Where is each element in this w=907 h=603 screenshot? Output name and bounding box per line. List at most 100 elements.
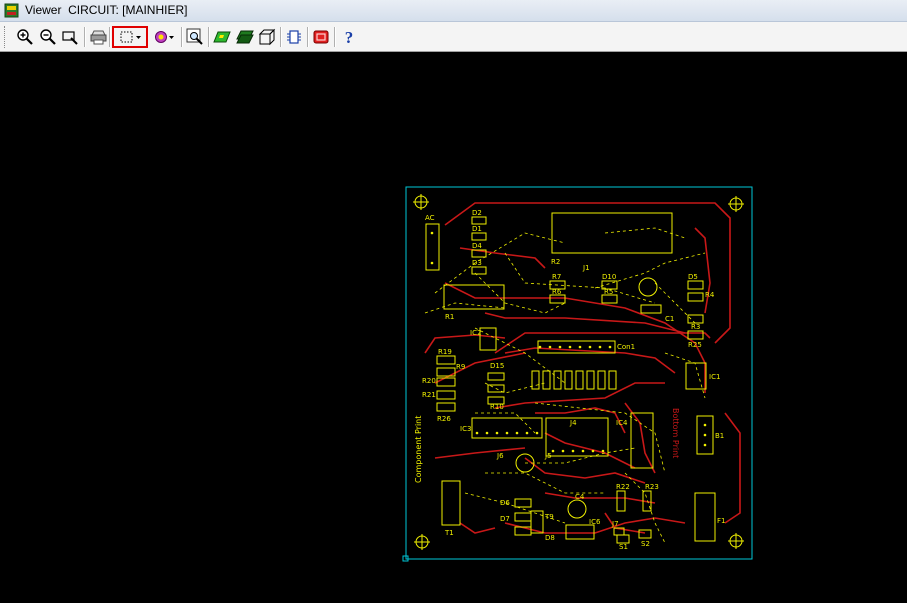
label-d7: D7 bbox=[500, 515, 510, 523]
label-d2: D2 bbox=[472, 209, 482, 217]
label-f1: F1 bbox=[717, 517, 725, 525]
label-j7: J7 bbox=[611, 520, 619, 528]
zoom-fit-button[interactable] bbox=[184, 26, 206, 48]
label-r6: R6 bbox=[552, 288, 562, 296]
label-r5: R5 bbox=[604, 288, 613, 296]
printer-icon bbox=[90, 30, 107, 45]
label-r2-main: R2 bbox=[551, 258, 560, 266]
label-d3: D3 bbox=[472, 259, 482, 267]
component-s2 bbox=[638, 529, 652, 539]
component-ic1 bbox=[685, 362, 707, 390]
component-r19 bbox=[436, 355, 456, 365]
component-f1 bbox=[694, 492, 716, 542]
label-r3: R3 bbox=[691, 323, 700, 331]
label-con1: Con1 bbox=[617, 343, 635, 351]
component-r4 bbox=[687, 292, 704, 302]
label-ac: AC bbox=[425, 214, 435, 222]
layer-green-icon bbox=[213, 31, 231, 43]
board-outline bbox=[405, 186, 753, 560]
label-j5: J5 bbox=[544, 452, 552, 460]
component-r2-main bbox=[551, 212, 673, 254]
selection-rectangle-icon bbox=[120, 31, 132, 43]
toolbar-separator bbox=[109, 27, 111, 47]
component-print-label: Component Print bbox=[414, 416, 423, 483]
label-r7: R7 bbox=[552, 273, 561, 281]
label-d10: D10 bbox=[602, 273, 616, 281]
component-trimmer bbox=[638, 277, 658, 297]
label-d4: D4 bbox=[472, 242, 482, 250]
toolbar: ? bbox=[0, 22, 907, 52]
component-t1 bbox=[441, 480, 461, 526]
label-c4: C4 bbox=[575, 493, 585, 501]
component-d5 bbox=[687, 280, 704, 290]
layer-top-button[interactable] bbox=[211, 26, 233, 48]
label-r23: R23 bbox=[645, 483, 659, 491]
color-layers-button[interactable] bbox=[150, 26, 178, 48]
pcb-board-drawing: AC D2 D1 D4 D3 R2 J1 R7 D10 D5 R4 R6 R5 … bbox=[402, 186, 753, 562]
label-r10: R10 bbox=[490, 403, 504, 411]
label-d15: D15 bbox=[490, 362, 504, 370]
toolbar-separator bbox=[280, 27, 282, 47]
label-r19: R19 bbox=[438, 348, 452, 356]
title-bar: Viewer CIRCUIT: [MAINHIER] bbox=[0, 0, 907, 22]
label-ic1: IC1 bbox=[709, 373, 720, 381]
component-d6 bbox=[514, 498, 532, 508]
label-d8: D8 bbox=[545, 534, 555, 542]
label-j1: J1 bbox=[582, 264, 590, 272]
label-d6: D6 bbox=[500, 499, 510, 507]
3d-box-icon bbox=[258, 28, 276, 46]
zoom-out-icon bbox=[40, 29, 56, 45]
component-view-button[interactable] bbox=[283, 26, 305, 48]
component-r20 bbox=[436, 377, 456, 387]
component-r22 bbox=[616, 490, 626, 512]
help-button[interactable]: ? bbox=[338, 26, 360, 48]
toolbar-separator bbox=[84, 27, 86, 47]
toolbar-separator bbox=[307, 27, 309, 47]
component-c1 bbox=[640, 304, 662, 314]
toolbar-separator bbox=[334, 27, 336, 47]
label-ic4: IC4 bbox=[616, 419, 628, 427]
label-t9: T9 bbox=[544, 513, 554, 521]
component-r21 bbox=[436, 390, 456, 400]
label-b1: B1 bbox=[715, 432, 724, 440]
label-j6: J6 bbox=[496, 452, 504, 460]
component-r5 bbox=[601, 294, 618, 304]
label-d5: D5 bbox=[688, 273, 698, 281]
label-ic2: IC2 bbox=[470, 329, 481, 337]
label-ic3: IC3 bbox=[460, 425, 471, 433]
3d-view-button[interactable] bbox=[256, 26, 278, 48]
select-mode-button[interactable] bbox=[112, 26, 148, 48]
label-c1: C1 bbox=[665, 315, 674, 323]
chevron-down-icon bbox=[168, 36, 174, 39]
component-d1 bbox=[471, 232, 487, 241]
zoom-fit-icon bbox=[186, 28, 203, 45]
label-r1: R1 bbox=[445, 313, 454, 321]
label-r22: R22 bbox=[616, 483, 630, 491]
toolbar-separator bbox=[208, 27, 210, 47]
component-r3 bbox=[687, 314, 704, 324]
bottom-print-label: Bottom Print bbox=[671, 408, 680, 458]
window-title: Viewer CIRCUIT: [MAINHIER] bbox=[25, 3, 188, 17]
label-ic6: IC6 bbox=[589, 518, 601, 526]
label-s2: S2 bbox=[641, 540, 650, 548]
component-ic3 bbox=[471, 417, 543, 439]
toolbar-grip[interactable] bbox=[4, 26, 8, 48]
component-ic6 bbox=[565, 524, 595, 540]
app-icon bbox=[4, 3, 19, 18]
zoom-in-button[interactable] bbox=[14, 26, 36, 48]
pcb-canvas[interactable]: AC D2 D1 D4 D3 R2 J1 R7 D10 D5 R4 R6 R5 … bbox=[5, 53, 907, 603]
print-button[interactable] bbox=[88, 26, 110, 48]
stop-button[interactable] bbox=[310, 26, 332, 48]
layer-bottom-button[interactable] bbox=[234, 26, 256, 48]
component-d3 bbox=[471, 266, 487, 275]
stop-red-icon bbox=[313, 30, 329, 44]
component-labels: AC D2 D1 D4 D3 R2 J1 R7 D10 D5 R4 R6 R5 … bbox=[422, 209, 725, 551]
pcb-components bbox=[425, 212, 716, 544]
label-t1: T1 bbox=[444, 529, 454, 537]
label-r21: R21 bbox=[422, 391, 436, 399]
zoom-window-button[interactable] bbox=[59, 26, 81, 48]
label-j4: J4 bbox=[569, 419, 577, 427]
label-r26: R26 bbox=[437, 415, 451, 423]
label-r4: R4 bbox=[705, 291, 715, 299]
zoom-out-button[interactable] bbox=[37, 26, 59, 48]
